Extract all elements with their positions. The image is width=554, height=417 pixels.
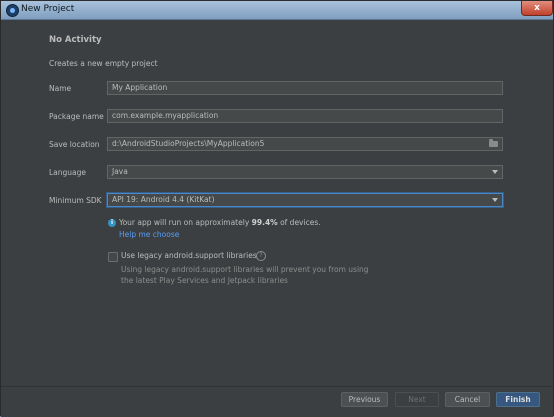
info-icon: i — [108, 219, 116, 227]
help-question-icon[interactable]: ? — [256, 251, 266, 261]
chevron-down-icon — [492, 170, 498, 174]
language-label: Language — [49, 168, 87, 177]
template-title: No Activity — [49, 35, 102, 45]
help-me-choose-link[interactable]: Help me choose — [119, 230, 179, 239]
dialog-content: No Activity Creates a new empty project … — [1, 20, 553, 385]
folder-icon[interactable] — [489, 139, 498, 147]
template-description: Creates a new empty project — [49, 59, 158, 68]
title-bar[interactable]: New Project x — [1, 1, 553, 20]
minimum-sdk-label: Minimum SDK — [49, 196, 102, 205]
window-title: New Project — [21, 4, 75, 14]
language-value: Java — [112, 167, 128, 176]
previous-button[interactable]: Previous — [341, 392, 388, 407]
dialog-footer: Previous Next Cancel Finish — [1, 386, 553, 417]
android-studio-icon — [6, 4, 19, 17]
finish-button[interactable]: Finish — [496, 392, 540, 407]
legacy-hint-line2: the latest Play Services and Jetpack lib… — [121, 276, 288, 285]
next-button[interactable]: Next — [395, 392, 439, 407]
save-location-field[interactable]: d:\AndroidStudioProjects\MyApplication5 — [107, 137, 503, 151]
minimum-sdk-select[interactable]: API 19: Android 4.4 (KitKat) — [107, 193, 503, 207]
name-label: Name — [49, 84, 72, 93]
legacy-hint-line1: Using legacy android.support libraries w… — [121, 265, 369, 274]
close-button[interactable]: x — [521, 1, 553, 16]
coverage-text-before: Your app will run on approximately — [119, 218, 252, 227]
save-location-value: d:\AndroidStudioProjects\MyApplication5 — [112, 139, 265, 148]
save-location-label: Save location — [49, 140, 100, 149]
language-select[interactable]: Java — [107, 165, 503, 179]
package-name-label: Package name — [49, 112, 104, 121]
coverage-text-after: of devices. — [277, 218, 321, 227]
legacy-support-label[interactable]: Use legacy android.support libraries — [121, 251, 257, 260]
new-project-dialog: New Project x No Activity Creates a new … — [0, 0, 554, 417]
minimum-sdk-value: API 19: Android 4.4 (KitKat) — [112, 195, 215, 204]
cancel-button[interactable]: Cancel — [445, 392, 490, 407]
coverage-percent: 99.4% — [251, 218, 278, 227]
chevron-down-icon — [492, 198, 498, 202]
name-field[interactable]: My Application — [107, 81, 503, 95]
package-name-field[interactable]: com.example.myapplication — [107, 109, 503, 123]
legacy-support-checkbox[interactable] — [108, 252, 118, 262]
device-coverage-text: Your app will run on approximately 99.4%… — [119, 218, 321, 227]
